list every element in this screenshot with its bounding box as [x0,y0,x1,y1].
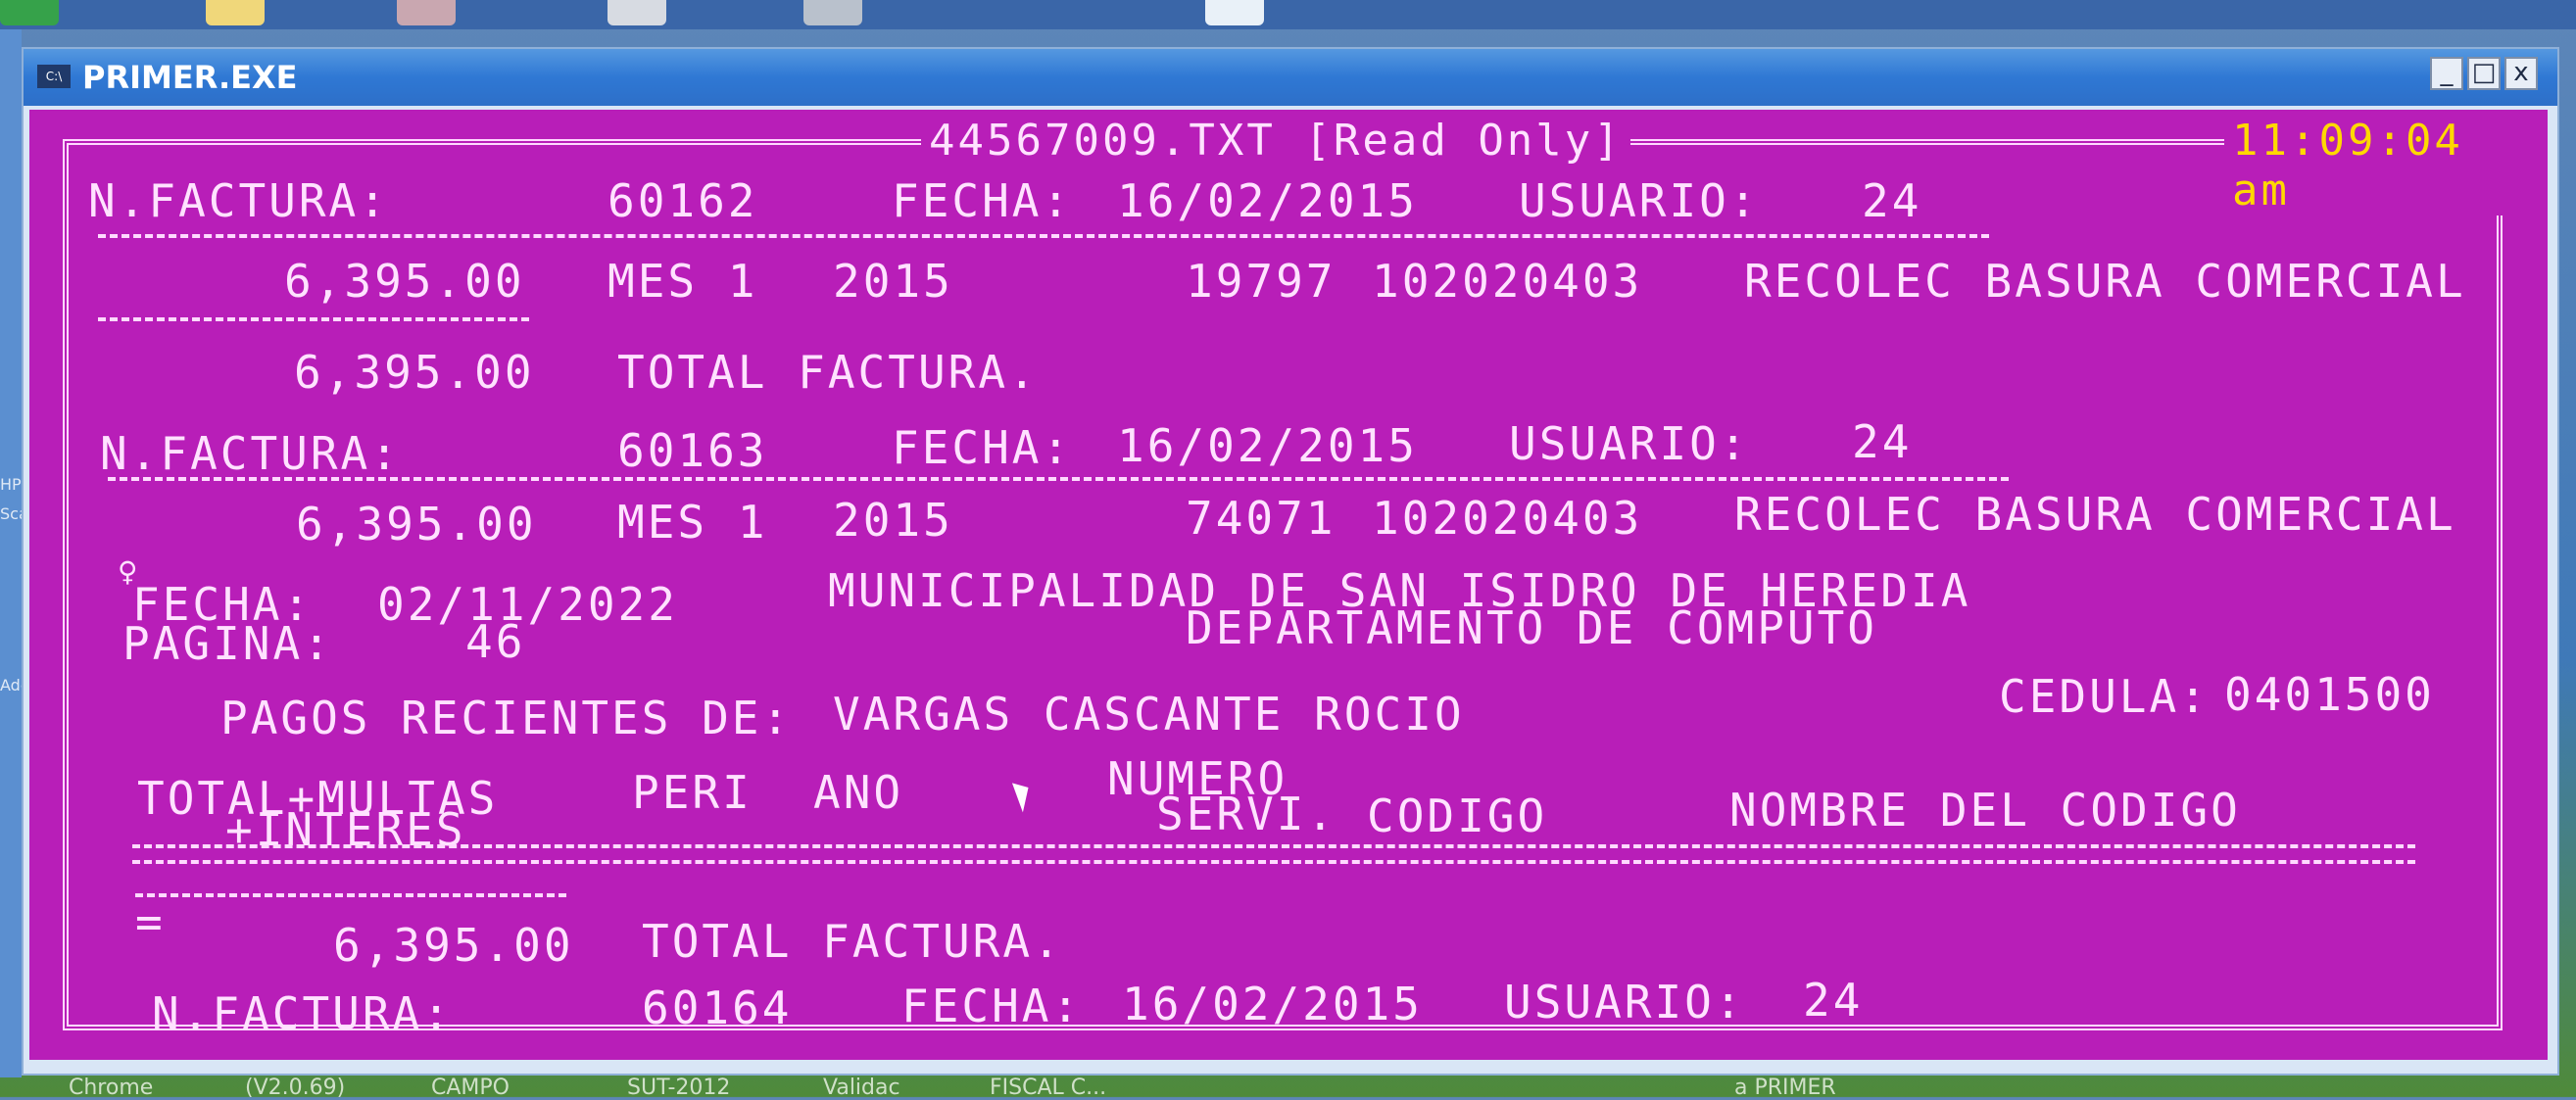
page-label: PAGINA: [122,617,333,670]
line-code: 102020403 [1372,492,1643,545]
line-amount: 6,395.00 [284,255,525,308]
column-servi: SERVI. [1156,788,1337,840]
desktop-top-strip [0,0,2576,29]
date-value: 16/02/2015 [1122,978,1423,1030]
separator-line [135,893,566,897]
user-value: 24 [1803,974,1864,1027]
console-screen[interactable]: 44567009.TXT [Read Only] 11:09:04 am N.F… [29,110,2548,1060]
document-icon[interactable] [608,0,666,25]
invoice-number-label: N.FACTURA: [100,427,401,480]
console-app-icon[interactable]: C:\ [37,65,71,88]
date-label: FECHA: [892,421,1073,474]
desktop-icon-label: HP [0,475,22,494]
separator-line [98,234,1989,238]
line-code: 102020403 [1372,255,1643,308]
line-service-number: 74071 [1186,492,1337,545]
id-value: 0401500 [2224,668,2435,721]
invoice-number-label: N.FACTURA: [152,987,453,1040]
user-value: 24 [1852,415,1913,468]
clock: 11:09:04 am [2224,116,2548,215]
app-shortcut-icon[interactable] [1205,0,1264,25]
id-label: CEDULA: [1999,670,2210,723]
invoice-total-amount: 6,395.00 [333,919,574,972]
recent-payments-label: PAGOS RECIENTES DE: [220,692,793,744]
window-title: PRIMER.EXE [82,59,298,96]
department-name: DEPARTAMENTO DE COMPUTO [1186,601,1877,654]
taskbar-item-label[interactable]: Validac [823,1076,900,1100]
folder-icon[interactable] [206,0,265,25]
taskbar-item-label[interactable]: Chrome [69,1076,153,1100]
desktop-shortcut-icon[interactable] [397,0,456,25]
date-label: FECHA: [892,174,1073,227]
column-nombre-codigo: NOMBRE DEL CODIGO [1729,784,2241,837]
column-ano: ANO [813,766,904,819]
taskbar-item-label[interactable]: SUT-2012 [627,1076,730,1100]
line-year: 2015 [833,255,953,308]
invoice-total-label: TOTAL FACTURA. [642,915,1063,968]
date-value: 16/02/2015 [1117,174,1418,227]
desktop-left-strip [0,29,22,1077]
taskbar-item-label[interactable]: FISCAL C... [990,1076,1106,1100]
line-month: MES 1 [608,255,758,308]
close-button[interactable]: x [2504,57,2538,90]
line-amount: 6,395.00 [296,498,537,550]
user-label: USUARIO: [1509,417,1750,470]
taskbar-item-label[interactable]: a PRIMER [1734,1076,1836,1100]
line-description: RECOLEC BASURA COMERCIAL [1734,488,2456,541]
invoice-total-amount: 6,395.00 [294,346,535,399]
minimize-button[interactable]: _ [2430,57,2463,90]
date-label: FECHA: [901,980,1083,1032]
desktop-shortcut-icon[interactable] [0,0,59,25]
separator-mark: = [135,895,166,948]
line-service-number: 19797 [1186,255,1337,308]
double-separator-line [132,844,2415,864]
taskbar-item-label[interactable]: (V2.0.69) [245,1076,345,1100]
report-date-value: 02/11/2022 [377,578,678,631]
invoice-number-value: 60164 [642,981,793,1034]
invoice-number-value: 60162 [608,174,758,227]
line-month: MES 1 [617,496,768,549]
date-value: 16/02/2015 [1117,419,1418,472]
user-label: USUARIO: [1504,976,1745,1028]
user-label: USUARIO: [1519,174,1760,227]
invoice-total-label: TOTAL FACTURA. [617,346,1039,399]
line-year: 2015 [833,494,953,547]
invoice-number-value: 60163 [617,424,768,477]
separator-line [108,477,2009,481]
console-window[interactable]: C:\ PRIMER.EXE _ □ x 44567009.TXT [Read … [22,47,2559,1076]
page-number: 46 [465,615,526,668]
user-value: 24 [1862,174,1922,227]
line-description: RECOLEC BASURA COMERCIAL [1744,255,2466,308]
invoice-number-label: N.FACTURA: [88,174,389,227]
title-bar[interactable]: C:\ PRIMER.EXE _ □ x [24,49,2557,106]
file-title: 44567009.TXT [Read Only] [921,116,1630,166]
maximize-button[interactable]: □ [2467,57,2501,90]
document-icon[interactable] [803,0,862,25]
taskbar-item-label[interactable]: CAMPO [431,1076,510,1100]
taxpayer-name: VARGAS CASCANTE ROCIO [833,688,1465,741]
column-peri: PERI [632,766,753,819]
separator-line [98,317,529,321]
column-codigo: CODIGO [1367,789,1548,842]
